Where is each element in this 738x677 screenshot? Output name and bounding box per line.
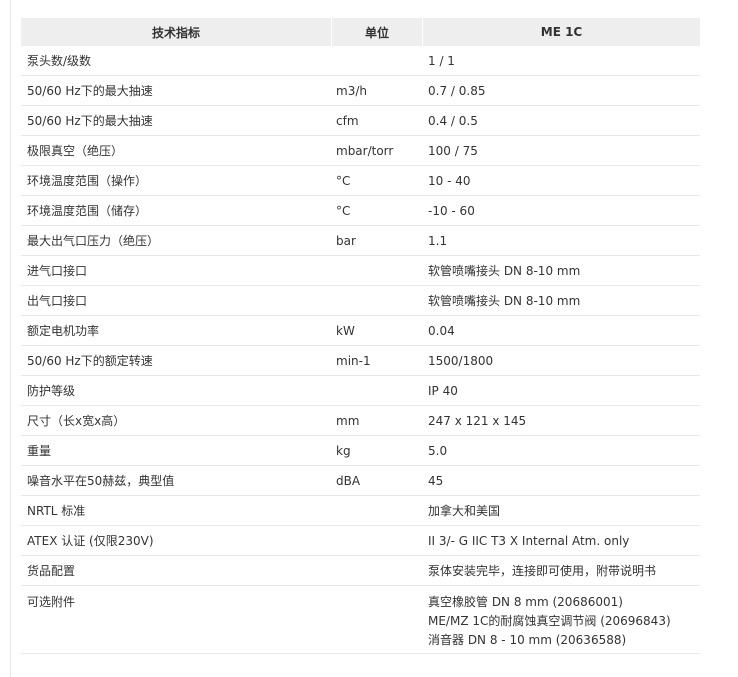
cell-value: II 3/- G IIC T3 X Internal Atm. only (428, 533, 630, 548)
table-row: 泵头数/级数 1 / 1 (21, 46, 700, 76)
cell-spec: NRTL 标准 (27, 504, 86, 518)
table-row: 最大出气口压力（绝压） bar 1.1 (21, 226, 700, 256)
cell-value: IP 40 (428, 383, 458, 398)
cell-unit: m3/h (336, 83, 367, 98)
header-model: ME 1C (540, 25, 583, 39)
cell-spec: 尺寸（长x宽x高） (27, 414, 126, 428)
cell-value: 10 - 40 (428, 173, 471, 188)
cell-value: 1 / 1 (428, 53, 455, 68)
cell-spec: 最大出气口压力（绝压） (27, 234, 160, 248)
cell-spec: 重量 (27, 444, 52, 458)
cell-unit: cfm (336, 113, 359, 128)
cell-value: 1500/1800 (428, 353, 494, 368)
cell-spec: 出气口接口 (27, 294, 88, 308)
cell-unit: mbar/torr (336, 143, 394, 158)
table-row: 防护等级 IP 40 (21, 376, 700, 406)
cell-spec: 噪音水平在50赫兹，典型值 (27, 474, 175, 488)
cell-spec: 环境温度范围（储存） (27, 204, 148, 218)
table-row: 50/60 Hz下的额定转速 min-1 1500/1800 (21, 346, 700, 376)
cell-unit (332, 256, 423, 285)
table-row: 环境温度范围（操作） °C 10 - 40 (21, 166, 700, 196)
cell-value: 247 x 121 x 145 (428, 413, 527, 428)
cell-value: 加拿大和美国 (428, 504, 501, 518)
accessory-item: 真空橡胶管 DN 8 mm (20686001) (428, 595, 623, 609)
cell-spec: 50/60 Hz下的额定转速 (27, 354, 153, 368)
cell-unit: dBA (336, 473, 361, 488)
table-row: 额定电机功率 kW 0.04 (21, 316, 700, 346)
table-row: 环境温度范围（储存） °C -10 - 60 (21, 196, 700, 226)
cell-value: 软管喷嘴接头 DN 8-10 mm (428, 294, 581, 308)
table-row: 货品配置 泵体安装完毕，连接即可使用，附带说明书 (21, 556, 700, 586)
cell-unit: °C (336, 203, 351, 218)
table-row: 进气口接口 软管喷嘴接头 DN 8-10 mm (21, 256, 700, 286)
cell-spec: ATEX 认证 (仅限230V) (27, 534, 154, 548)
cell-unit (332, 496, 423, 525)
cell-spec: 可选附件 (27, 595, 76, 609)
header-spec: 技术指标 (21, 18, 332, 46)
cell-unit: kW (336, 323, 355, 338)
cell-spec: 50/60 Hz下的最大抽速 (27, 114, 153, 128)
table-row: 噪音水平在50赫兹，典型值 dBA 45 (21, 466, 700, 496)
table-header: 技术指标 单位 ME 1C (21, 18, 700, 46)
cell-value: 45 (428, 473, 444, 488)
cell-value: 5.0 (428, 443, 448, 458)
cell-unit: kg (336, 443, 351, 458)
table-row: 50/60 Hz下的最大抽速 cfm 0.4 / 0.5 (21, 106, 700, 136)
cell-unit (332, 46, 423, 75)
table-row: ATEX 认证 (仅限230V) II 3/- G IIC T3 X Intern… (21, 526, 700, 556)
header-unit: 单位 (332, 18, 423, 46)
table-row: 50/60 Hz下的最大抽速 m3/h 0.7 / 0.85 (21, 76, 700, 106)
table-row: 出气口接口 软管喷嘴接头 DN 8-10 mm (21, 286, 700, 316)
accessory-item: 消音器 DN 8 - 10 mm (20636588) (428, 633, 627, 647)
cell-unit: min-1 (336, 353, 371, 368)
table-row: 极限真空（绝压） mbar/torr 100 / 75 (21, 136, 700, 166)
cell-unit: °C (336, 173, 351, 188)
cell-value: -10 - 60 (428, 203, 475, 218)
table-row: 尺寸（长x宽x高） mm 247 x 121 x 145 (21, 406, 700, 436)
accessory-item: ME/MZ 1C的耐腐蚀真空调节阀 (20696843) (428, 614, 671, 628)
cell-value: 真空橡胶管 DN 8 mm (20686001) ME/MZ 1C的耐腐蚀真空调… (423, 586, 700, 653)
cell-spec: 额定电机功率 (27, 324, 100, 338)
cell-unit (332, 526, 423, 555)
table-row: 重量 kg 5.0 (21, 436, 700, 466)
cell-unit: mm (336, 413, 360, 428)
cell-unit (332, 286, 423, 315)
cell-spec: 环境温度范围（操作） (27, 174, 148, 188)
cell-value: 软管喷嘴接头 DN 8-10 mm (428, 264, 581, 278)
table-row-accessories: 可选附件 真空橡胶管 DN 8 mm (20686001) ME/MZ 1C的耐… (21, 586, 700, 654)
cell-spec: 极限真空（绝压） (27, 144, 124, 158)
cell-spec: 泵头数/级数 (27, 54, 92, 68)
cell-unit (332, 376, 423, 405)
cell-spec: 50/60 Hz下的最大抽速 (27, 84, 153, 98)
cell-spec: 防护等级 (27, 384, 76, 398)
cell-value: 100 / 75 (428, 143, 478, 158)
cell-value: 0.7 / 0.85 (428, 83, 486, 98)
table-body: 泵头数/级数 1 / 1 50/60 Hz下的最大抽速 m3/h 0.7 / 0.85 5… (21, 46, 700, 586)
cell-spec: 进气口接口 (27, 264, 88, 278)
spec-table: 技术指标 单位 ME 1C 泵头数/级数 1 / 1 50/60 Hz下的最大抽速 m… (21, 18, 700, 654)
cell-value: 泵体安装完毕，连接即可使用，附带说明书 (428, 564, 657, 578)
cell-value: 1.1 (428, 233, 448, 248)
cell-unit (332, 556, 423, 585)
left-border-line (10, 0, 11, 677)
cell-spec: 货品配置 (27, 564, 76, 578)
cell-unit: bar (336, 233, 356, 248)
cell-unit (332, 586, 423, 653)
table-row: NRTL 标准 加拿大和美国 (21, 496, 700, 526)
cell-value: 0.04 (428, 323, 455, 338)
cell-value: 0.4 / 0.5 (428, 113, 478, 128)
